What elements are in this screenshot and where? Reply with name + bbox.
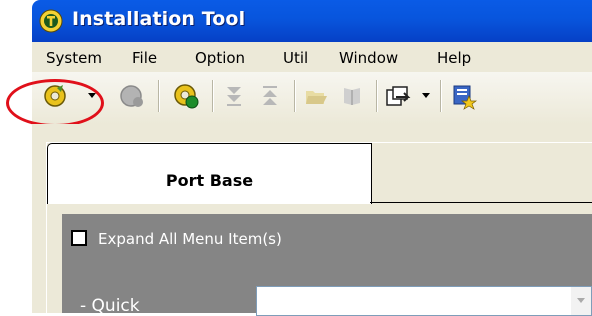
upload-icon	[256, 82, 284, 110]
menu-util[interactable]: Util	[283, 49, 308, 67]
quick-label: - Quick	[80, 296, 140, 316]
toolbar-separator	[376, 80, 377, 112]
export-dropdown-arrow[interactable]	[422, 93, 430, 98]
menu-file[interactable]: File	[132, 49, 157, 67]
toolbar-separator	[440, 80, 441, 112]
toolbar-separator	[158, 80, 159, 112]
tab-label: Port Base	[165, 171, 254, 190]
export-icon[interactable]	[384, 82, 412, 110]
toolbar	[32, 72, 592, 124]
disconnect-gear-icon	[118, 82, 146, 110]
toolbar-separator	[294, 80, 295, 112]
toolbar-separator	[212, 80, 213, 112]
menu-system[interactable]: System	[46, 49, 102, 67]
connect-gear-icon[interactable]	[42, 82, 70, 110]
connect-dropdown-arrow[interactable]	[88, 93, 96, 98]
menu-help[interactable]: Help	[437, 49, 471, 67]
menu-option[interactable]: Option	[195, 49, 245, 67]
tab-port-base[interactable]: Port Base	[47, 143, 372, 204]
window-titlebar[interactable]: Installation Tool	[32, 0, 592, 42]
app-gear-icon	[39, 9, 63, 33]
book-icon	[338, 82, 366, 110]
download-icon	[220, 82, 248, 110]
expand-all-checkbox[interactable]	[71, 230, 87, 246]
menubar: System File Option Util Window Help	[32, 42, 592, 72]
chevron-down-icon[interactable]	[571, 287, 591, 315]
quick-select[interactable]	[256, 286, 592, 316]
wizard-icon[interactable]	[450, 82, 478, 110]
window-title: Installation Tool	[72, 8, 246, 30]
settings-panel: Expand All Menu Item(s) - Quick	[62, 214, 592, 316]
menu-window[interactable]: Window	[339, 49, 398, 67]
folder-open-icon	[302, 82, 330, 110]
tab-strip-line	[370, 202, 592, 203]
refresh-gear-icon[interactable]	[172, 82, 200, 110]
expand-all-label: Expand All Menu Item(s)	[98, 230, 282, 248]
